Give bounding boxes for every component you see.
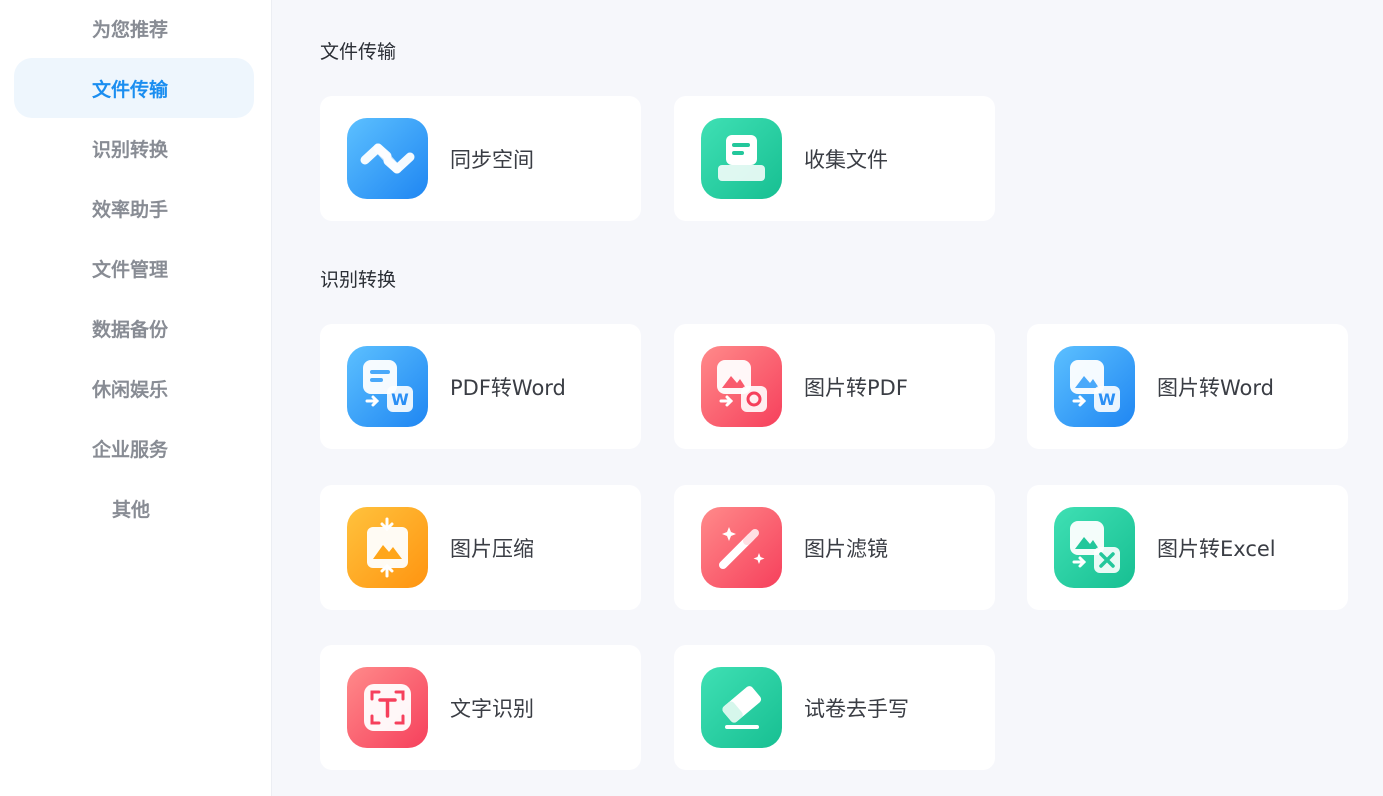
image-to-excel-icon <box>1054 507 1135 588</box>
sync-space-icon <box>347 118 428 199</box>
svg-text:W: W <box>391 390 409 409</box>
tool-card-text-ocr[interactable]: 文字识别 <box>320 645 641 770</box>
image-compress-icon <box>347 507 428 588</box>
sidebar-item-efficiency[interactable]: 效率助手 <box>14 178 254 238</box>
pdf-to-word-icon: W <box>347 346 428 427</box>
sidebar-item-enterprise[interactable]: 企业服务 <box>14 418 254 478</box>
text-ocr-icon <box>347 667 428 748</box>
collect-files-icon <box>701 118 782 199</box>
svg-text:W: W <box>1098 390 1116 409</box>
tool-card-image-filter[interactable]: 图片滤镜 <box>674 485 995 610</box>
sidebar-item-other[interactable]: 其他 <box>14 478 254 538</box>
tool-card-image-to-word[interactable]: W 图片转Word <box>1027 324 1348 449</box>
tool-label: 试卷去手写 <box>804 696 909 721</box>
image-filter-icon <box>701 507 782 588</box>
tool-label: PDF转Word <box>450 375 566 400</box>
image-to-pdf-icon <box>701 346 782 427</box>
image-to-word-icon: W <box>1054 346 1135 427</box>
sidebar-item-leisure[interactable]: 休闲娱乐 <box>14 358 254 418</box>
tool-label: 图片滤镜 <box>804 536 888 561</box>
section-title-recognize-convert: 识别转换 <box>320 269 397 291</box>
tool-card-image-to-pdf[interactable]: 图片转PDF <box>674 324 995 449</box>
tool-card-image-compress[interactable]: 图片压缩 <box>320 485 641 610</box>
tool-label: 图片压缩 <box>450 536 534 561</box>
sidebar: 为您推荐 文件传输 识别转换 效率助手 文件管理 数据备份 休闲娱乐 企业服务 … <box>0 0 272 796</box>
sidebar-item-file-management[interactable]: 文件管理 <box>14 238 254 298</box>
sidebar-item-file-transfer[interactable]: 文件传输 <box>14 58 254 118</box>
sidebar-item-recognize-convert[interactable]: 识别转换 <box>14 118 254 178</box>
tool-label: 图片转Word <box>1157 375 1274 400</box>
tool-label: 同步空间 <box>450 147 534 172</box>
tool-card-pdf-to-word[interactable]: W PDF转Word <box>320 324 641 449</box>
tool-card-collect-files[interactable]: 收集文件 <box>674 96 995 221</box>
tool-card-remove-handwriting[interactable]: 试卷去手写 <box>674 645 995 770</box>
sidebar-item-recommended[interactable]: 为您推荐 <box>14 0 254 58</box>
tool-label: 图片转Excel <box>1157 536 1276 561</box>
tool-label: 图片转PDF <box>804 375 908 400</box>
tool-label: 收集文件 <box>804 147 888 172</box>
tool-card-image-to-excel[interactable]: 图片转Excel <box>1027 485 1348 610</box>
remove-handwriting-icon <box>701 667 782 748</box>
sidebar-item-data-backup[interactable]: 数据备份 <box>14 298 254 358</box>
section-title-file-transfer: 文件传输 <box>320 41 397 63</box>
tool-label: 文字识别 <box>450 696 534 721</box>
tool-card-sync-space[interactable]: 同步空间 <box>320 96 641 221</box>
